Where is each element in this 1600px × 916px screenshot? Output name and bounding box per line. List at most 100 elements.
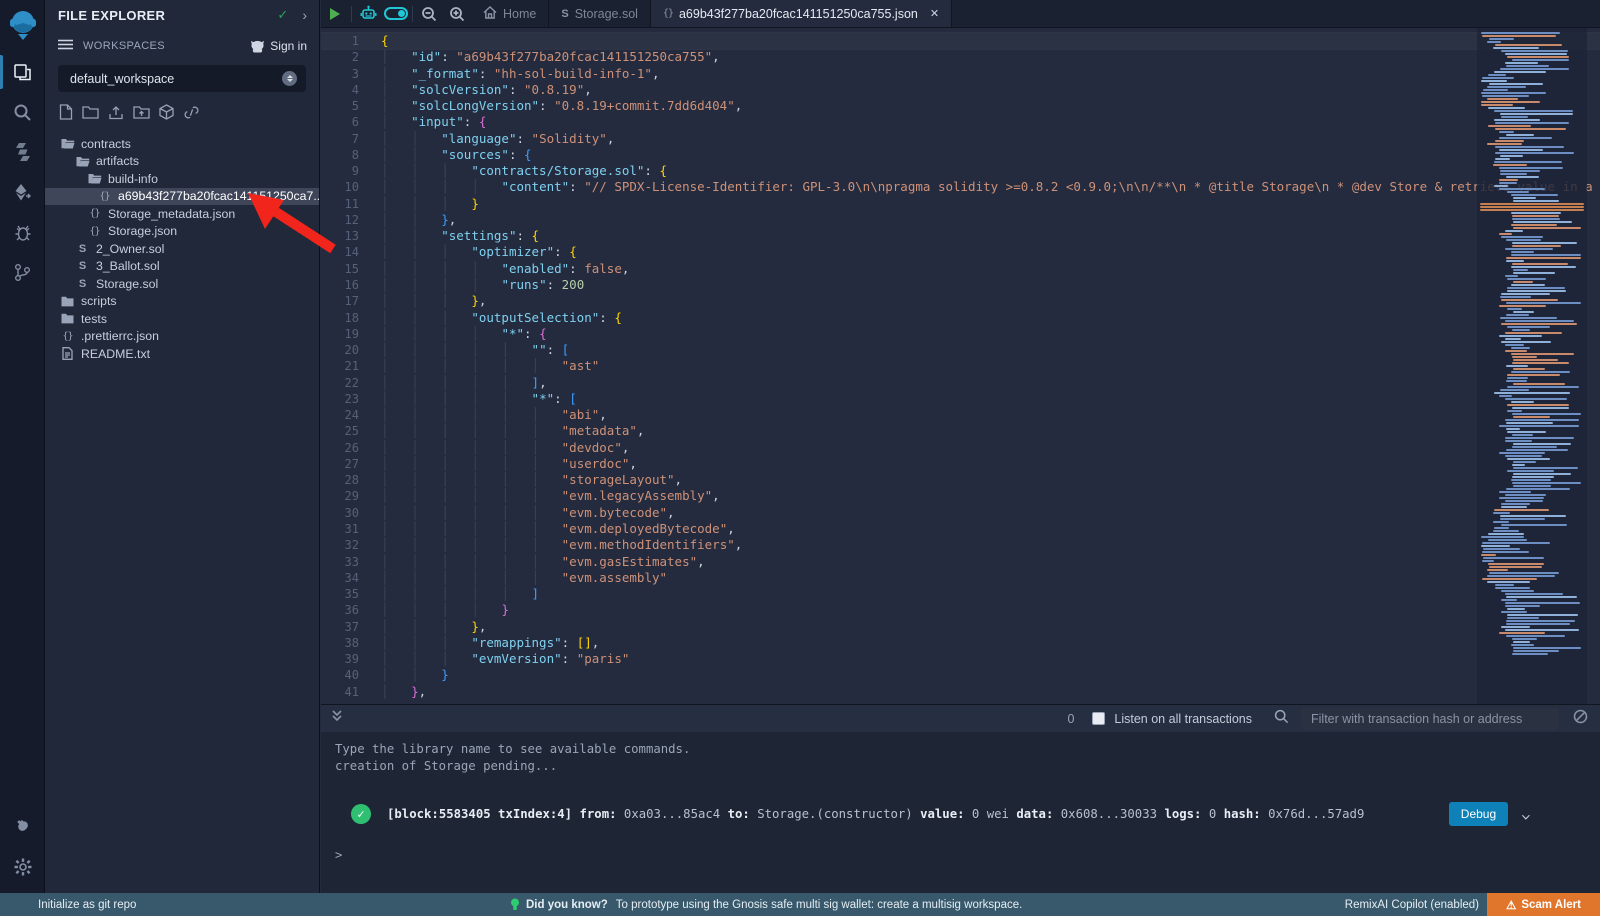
editor-line-2[interactable]: 2│ "id": "a69b43f277ba20fcac141151250ca7… bbox=[321, 49, 1600, 65]
upload-file-icon[interactable] bbox=[108, 105, 124, 125]
editor-line-19[interactable]: 19│ │ │ │ "*": { bbox=[321, 326, 1600, 342]
minimap-line bbox=[1500, 173, 1527, 175]
tree-item-a69b43f277ba20fcac141151250ca7-[interactable]: {}a69b43f277ba20fcac141151250ca7... bbox=[45, 188, 319, 206]
editor-line-15[interactable]: 15│ │ │ │ "enabled": false, bbox=[321, 261, 1600, 277]
editor-line-30[interactable]: 30│ │ │ │ │ │ "evm.bytecode", bbox=[321, 505, 1600, 521]
rail-item-search[interactable] bbox=[0, 92, 45, 132]
ai-copilot-button[interactable] bbox=[354, 5, 382, 22]
editor-line-27[interactable]: 27│ │ │ │ │ │ "userdoc", bbox=[321, 456, 1600, 472]
tab-home[interactable]: Home bbox=[471, 0, 549, 27]
editor-line-11[interactable]: 11│ │ │ } bbox=[321, 196, 1600, 212]
tree-item-readme-txt[interactable]: README.txt bbox=[45, 345, 319, 363]
editor-line-21[interactable]: 21│ │ │ │ │ │ "ast" bbox=[321, 358, 1600, 374]
copilot-status[interactable]: RemixAI Copilot (enabled) bbox=[1345, 899, 1479, 911]
tree-item-storage-sol[interactable]: SStorage.sol bbox=[45, 275, 319, 293]
workspace-switch-icon[interactable] bbox=[282, 71, 297, 86]
tree-item-storage-metadata-json[interactable]: {}Storage_metadata.json bbox=[45, 205, 319, 223]
editor-line-7[interactable]: 7│ │ "language": "Solidity", bbox=[321, 131, 1600, 147]
rail-item-solidity-compiler[interactable] bbox=[0, 132, 45, 172]
editor-line-25[interactable]: 25│ │ │ │ │ │ "metadata", bbox=[321, 423, 1600, 439]
editor-line-35[interactable]: 35│ │ │ │ │ ] bbox=[321, 586, 1600, 602]
scam-alert-button[interactable]: ⚠ Scam Alert bbox=[1487, 893, 1600, 916]
rail-item-debugger[interactable] bbox=[0, 212, 45, 252]
editor-line-39[interactable]: 39│ │ │ "evmVersion": "paris" bbox=[321, 651, 1600, 667]
tree-item-storage-json[interactable]: {}Storage.json bbox=[45, 223, 319, 241]
hamburger-menu-icon[interactable] bbox=[58, 37, 73, 55]
tx-expand-icon[interactable]: ⌄ bbox=[1521, 807, 1532, 822]
minimap-line bbox=[1505, 602, 1580, 604]
editor-line-5[interactable]: 5│ "solcLongVersion": "0.8.19+commit.7dd… bbox=[321, 98, 1600, 114]
clear-console-icon[interactable] bbox=[1573, 709, 1588, 729]
upload-folder-icon[interactable] bbox=[133, 105, 150, 124]
editor-line-38[interactable]: 38│ │ │ "remappings": [], bbox=[321, 635, 1600, 651]
editor-line-14[interactable]: 14│ │ │ "optimizer": { bbox=[321, 244, 1600, 260]
tab-a69b43f277ba20fcac141151250ca755-json[interactable]: {}a69b43f277ba20fcac141151250ca755.json✕ bbox=[651, 0, 952, 27]
zoom-in-button[interactable] bbox=[443, 6, 471, 22]
zoom-out-button[interactable] bbox=[415, 6, 443, 22]
copilot-toggle[interactable] bbox=[382, 7, 410, 20]
editor-line-13[interactable]: 13│ │ "settings": { bbox=[321, 228, 1600, 244]
git-init-button[interactable]: Initialize as git repo bbox=[38, 899, 136, 911]
minimap[interactable] bbox=[1477, 28, 1587, 704]
editor-line-12[interactable]: 12│ │ }, bbox=[321, 212, 1600, 228]
editor-line-33[interactable]: 33│ │ │ │ │ │ "evm.gasEstimates", bbox=[321, 554, 1600, 570]
tree-item-build-info[interactable]: build-info bbox=[45, 170, 319, 188]
tree-item-contracts[interactable]: contracts bbox=[45, 135, 319, 153]
expand-terminal-icon[interactable] bbox=[331, 709, 343, 728]
tab-storage-sol[interactable]: SStorage.sol bbox=[549, 0, 651, 27]
editor-line-31[interactable]: 31│ │ │ │ │ │ "evm.deployedBytecode", bbox=[321, 521, 1600, 537]
editor-line-9[interactable]: 9│ │ │ "contracts/Storage.sol": { bbox=[321, 163, 1600, 179]
editor-line-37[interactable]: 37│ │ │ }, bbox=[321, 619, 1600, 635]
editor-line-18[interactable]: 18│ │ │ "outputSelection": { bbox=[321, 310, 1600, 326]
workspace-select[interactable]: default_workspace bbox=[58, 65, 306, 92]
chevron-right-icon[interactable]: › bbox=[302, 7, 307, 23]
editor-line-4[interactable]: 4│ "solcVersion": "0.8.19", bbox=[321, 82, 1600, 98]
listen-label[interactable]: Listen on all transactions bbox=[1114, 712, 1252, 726]
rail-item-plugin-manager[interactable] bbox=[0, 807, 45, 847]
tree-item--prettierrc-json[interactable]: {}.prettierrc.json bbox=[45, 328, 319, 346]
tree-item-scripts[interactable]: scripts bbox=[45, 293, 319, 311]
tree-item-tests[interactable]: tests bbox=[45, 310, 319, 328]
new-file-icon[interactable] bbox=[59, 104, 73, 125]
debug-button[interactable]: Debug bbox=[1449, 802, 1508, 826]
remix-logo-icon[interactable] bbox=[0, 0, 45, 52]
editor-line-24[interactable]: 24│ │ │ │ │ │ "abi", bbox=[321, 407, 1600, 423]
editor-line-22[interactable]: 22│ │ │ │ │ ], bbox=[321, 375, 1600, 391]
listen-checkbox[interactable] bbox=[1092, 712, 1105, 725]
new-folder-icon[interactable] bbox=[82, 105, 99, 124]
cube-icon[interactable] bbox=[159, 104, 174, 125]
editor-line-41[interactable]: 41│ }, bbox=[321, 684, 1600, 700]
tree-item-2-owner-sol[interactable]: S2_Owner.sol bbox=[45, 240, 319, 258]
editor-line-20[interactable]: 20│ │ │ │ │ "": [ bbox=[321, 342, 1600, 358]
github-signin-button[interactable]: Sign in bbox=[250, 39, 307, 53]
terminal-prompt[interactable]: > bbox=[335, 848, 1600, 862]
editor-line-40[interactable]: 40│ │ } bbox=[321, 667, 1600, 683]
editor-line-26[interactable]: 26│ │ │ │ │ │ "devdoc", bbox=[321, 440, 1600, 456]
editor-line-36[interactable]: 36│ │ │ │ } bbox=[321, 602, 1600, 618]
editor-line-23[interactable]: 23│ │ │ │ │ "*": [ bbox=[321, 391, 1600, 407]
rail-item-file-explorer[interactable] bbox=[0, 52, 45, 92]
tree-item-3-ballot-sol[interactable]: S3_Ballot.sol bbox=[45, 258, 319, 276]
code-editor[interactable]: 1{2│ "id": "a69b43f277ba20fcac141151250c… bbox=[321, 28, 1600, 704]
rail-item-settings[interactable] bbox=[0, 847, 45, 887]
transaction-filter-input[interactable]: Filter with transaction hash or address bbox=[1301, 708, 1559, 730]
terminal-search-icon[interactable] bbox=[1274, 709, 1289, 729]
editor-line-6[interactable]: 6│ "input": { bbox=[321, 114, 1600, 130]
editor-line-8[interactable]: 8│ │ "sources": { bbox=[321, 147, 1600, 163]
link-icon[interactable] bbox=[183, 105, 200, 125]
editor-line-34[interactable]: 34│ │ │ │ │ │ "evm.assembly" bbox=[321, 570, 1600, 586]
close-tab-icon[interactable]: ✕ bbox=[930, 7, 939, 20]
editor-line-1[interactable]: 1{ bbox=[321, 33, 1600, 49]
editor-line-16[interactable]: 16│ │ │ │ "runs": 200 bbox=[321, 277, 1600, 293]
run-script-button[interactable] bbox=[321, 8, 349, 20]
editor-line-29[interactable]: 29│ │ │ │ │ │ "evm.legacyAssembly", bbox=[321, 488, 1600, 504]
transaction-log-row[interactable]: ✓ [block:5583405 txIndex:4] from: 0xa03.… bbox=[335, 802, 1600, 826]
editor-line-10[interactable]: 10│ │ │ │ "content": "// SPDX-License-Id… bbox=[321, 179, 1600, 195]
tree-item-artifacts[interactable]: artifacts bbox=[45, 153, 319, 171]
rail-item-deploy-run[interactable] bbox=[0, 172, 45, 212]
editor-line-17[interactable]: 17│ │ │ }, bbox=[321, 293, 1600, 309]
editor-line-3[interactable]: 3│ "_format": "hh-sol-build-info-1", bbox=[321, 66, 1600, 82]
editor-line-28[interactable]: 28│ │ │ │ │ │ "storageLayout", bbox=[321, 472, 1600, 488]
editor-line-32[interactable]: 32│ │ │ │ │ │ "evm.methodIdentifiers", bbox=[321, 537, 1600, 553]
rail-item-git[interactable] bbox=[0, 252, 45, 292]
